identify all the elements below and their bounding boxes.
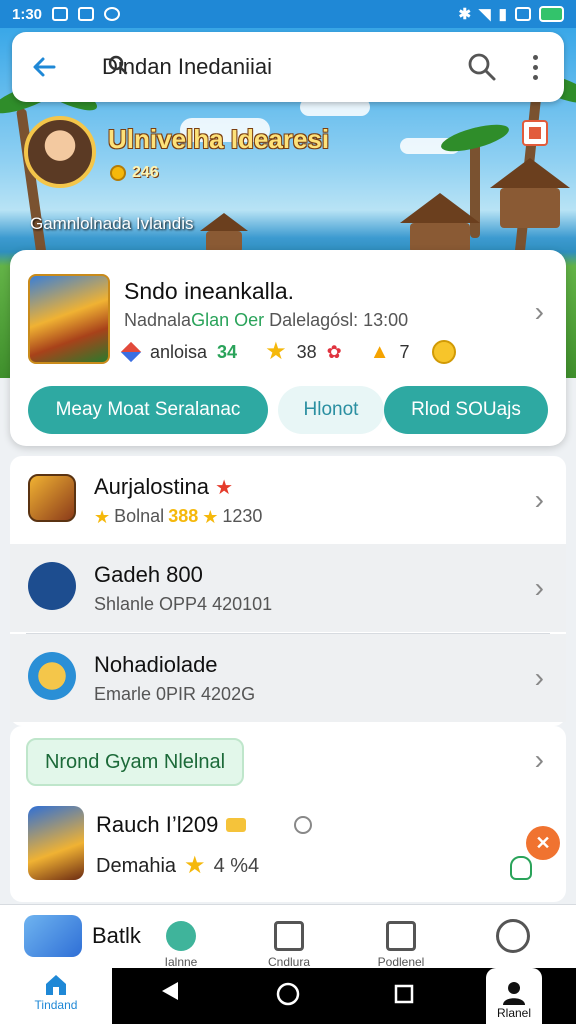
tab-profile[interactable]: Rlanel bbox=[486, 968, 542, 1024]
more-options-button[interactable] bbox=[520, 47, 550, 87]
game-subtitle: NadnalaGlan Oer Dalelagósl: 13:00 bbox=[124, 310, 409, 330]
list-item-highlight: 388 bbox=[168, 506, 199, 526]
category-chip[interactable]: Nrond Gyam Nlelnal bbox=[26, 738, 244, 786]
game-stats: anloisa 34 ★ 38 ✿ ▲ 7 bbox=[120, 338, 456, 365]
tab-battle[interactable]: Batlk bbox=[24, 915, 141, 957]
smiley-icon bbox=[431, 340, 456, 364]
compass-icon bbox=[166, 921, 196, 951]
person-icon bbox=[503, 982, 525, 1005]
search-bar[interactable]: Dindan Inedaniiai bbox=[12, 32, 564, 102]
avatar[interactable] bbox=[24, 116, 96, 188]
coin-icon bbox=[110, 165, 126, 181]
battery-icon bbox=[538, 6, 564, 22]
nav-back-button[interactable] bbox=[160, 980, 180, 1007]
search-icon bbox=[108, 55, 128, 75]
list-item-title: Aurjalostina bbox=[94, 474, 209, 499]
primary-action-button[interactable]: Meay Moat Seralanac bbox=[28, 386, 268, 434]
tertiary-action-button[interactable]: Rlod SOUajs bbox=[384, 386, 548, 434]
featured-game-card[interactable]: Sndo ineankalla. NadnalaGlan Oer Dalelag… bbox=[10, 250, 566, 446]
chevron-right-icon[interactable]: › bbox=[535, 484, 544, 516]
vibrate-icon bbox=[514, 7, 531, 21]
game-title: Sndo ineankalla. bbox=[124, 278, 295, 304]
tab-panel[interactable]: Podlenel bbox=[346, 905, 456, 969]
bell-icon: ▲ bbox=[369, 340, 390, 363]
square-recents-icon bbox=[394, 984, 414, 1004]
game-icon bbox=[28, 474, 76, 522]
notification-icon bbox=[52, 7, 69, 21]
coin-count: 246 bbox=[132, 164, 159, 181]
back-button[interactable] bbox=[26, 49, 62, 85]
bell-value: 7 bbox=[399, 341, 410, 362]
chevron-right-icon[interactable]: › bbox=[535, 572, 544, 604]
tab-label: Tindand bbox=[34, 998, 78, 1012]
star-icon: ★ bbox=[265, 338, 287, 365]
list-item-meta: Emarle 0PIR 4202G bbox=[94, 684, 256, 704]
chat-icon[interactable] bbox=[496, 919, 530, 953]
nav-home-button[interactable] bbox=[276, 982, 300, 1011]
game-icon bbox=[28, 652, 76, 700]
search-input[interactable]: Dindan Inedaniiai bbox=[102, 54, 462, 80]
triangle-back-icon bbox=[162, 982, 178, 1000]
nav-recents-button[interactable] bbox=[394, 984, 414, 1009]
star-icon: ★ bbox=[94, 506, 111, 527]
tap-hand-icon bbox=[510, 856, 532, 880]
status-bar: 1:30 ✱ ◥ ▮ bbox=[0, 0, 576, 28]
game-icon bbox=[28, 806, 84, 880]
clipboard-icon bbox=[386, 921, 416, 951]
list-item[interactable]: Nohadiolade Emarle 0PIR 4202G › bbox=[10, 634, 566, 722]
tab-home-alt[interactable]: Ialnne bbox=[126, 905, 236, 969]
star-icon: ★ bbox=[202, 506, 219, 527]
list-item-meta: Bolnal bbox=[114, 506, 165, 526]
play-icon[interactable] bbox=[294, 816, 313, 834]
stat-value: 34 bbox=[217, 341, 238, 362]
star-icon: ★ bbox=[215, 477, 234, 499]
list-item-meta: Shlanle OPP4 420101 bbox=[94, 594, 273, 614]
recommend-title: Rauch I’l209 bbox=[96, 812, 313, 838]
recommend-card: Nrond Gyam Nlelnal › Rauch I’l209 Demahi… bbox=[10, 726, 566, 902]
chevron-right-icon[interactable]: › bbox=[535, 296, 544, 328]
star-value: 38 bbox=[296, 341, 317, 362]
signal-icon: ▮ bbox=[498, 6, 507, 23]
home-icon bbox=[46, 975, 66, 995]
game-list: Aurjalostina ★ ★ Bolnal 388 ★ 1230 › Gad… bbox=[10, 456, 566, 726]
close-fab-button[interactable]: ✕ bbox=[526, 826, 560, 860]
tab-culture[interactable]: Cndlura bbox=[234, 905, 344, 969]
search-icon bbox=[468, 53, 496, 81]
flag-icon[interactable] bbox=[522, 120, 548, 146]
secondary-action-button[interactable]: Hlonot bbox=[278, 386, 384, 434]
list-item-value: 1230 bbox=[222, 506, 263, 526]
profile-name: Ulnivelha Idearesi bbox=[108, 124, 330, 154]
list-icon bbox=[274, 921, 304, 951]
chevron-right-icon[interactable]: › bbox=[535, 744, 544, 776]
badge-icon bbox=[226, 818, 247, 832]
coin-balance: 246 bbox=[110, 164, 159, 182]
message-icon bbox=[78, 7, 95, 21]
game-thumbnail bbox=[28, 274, 110, 364]
tab-home[interactable]: Tindand bbox=[0, 960, 112, 1024]
search-button[interactable] bbox=[462, 47, 502, 87]
game-icon bbox=[24, 915, 82, 957]
list-item[interactable]: Gadeh 800 Shlanle OPP4 420101 › bbox=[10, 544, 566, 632]
bluetooth-icon: ✱ bbox=[458, 6, 472, 23]
circle-home-icon bbox=[276, 982, 300, 1006]
chevron-right-icon[interactable]: › bbox=[535, 662, 544, 694]
wifi-icon: ◥ bbox=[479, 6, 491, 23]
app-icon bbox=[104, 7, 121, 21]
list-item-title: Gadeh 800 bbox=[94, 562, 203, 587]
list-item[interactable]: Aurjalostina ★ ★ Bolnal 388 ★ 1230 › bbox=[10, 456, 566, 544]
recommend-meta: Demahia ★ 4 %4 bbox=[96, 852, 260, 879]
game-icon bbox=[28, 562, 76, 610]
arrow-left-icon bbox=[33, 57, 56, 77]
location-label: Gamnlolnada Ivlandis bbox=[30, 214, 194, 233]
gem-icon bbox=[120, 341, 142, 363]
clock: 1:30 bbox=[12, 5, 43, 23]
list-item-title: Nohadiolade bbox=[94, 652, 218, 677]
tab-label: Rlanel bbox=[496, 1006, 532, 1020]
flower-icon: ✿ bbox=[326, 341, 342, 362]
star-icon: ★ bbox=[184, 852, 206, 879]
stat-label: anloisa bbox=[150, 341, 208, 362]
